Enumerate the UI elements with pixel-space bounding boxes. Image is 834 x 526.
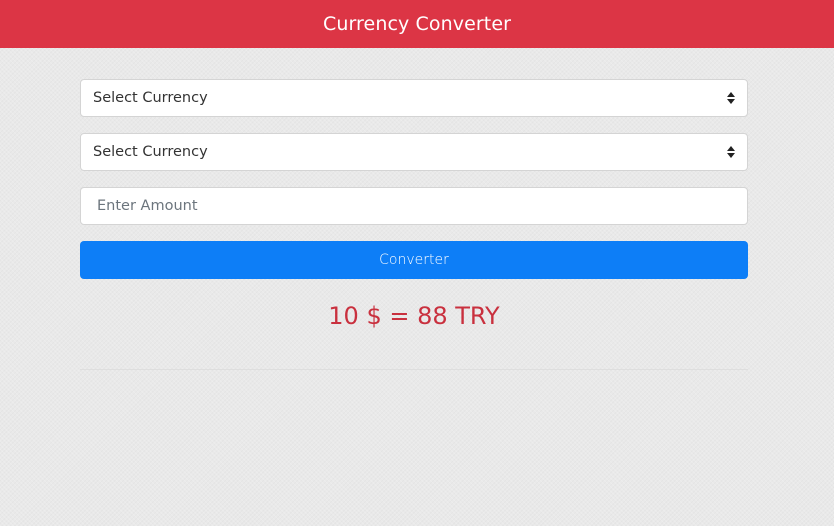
from-currency-value: Select Currency [93,90,208,106]
to-currency-value: Select Currency [93,144,208,160]
converter-form: Select Currency Select Currency Converte… [80,79,748,370]
amount-input[interactable] [80,187,748,225]
from-currency-select[interactable]: Select Currency [80,79,748,117]
app-header: Currency Converter [0,0,834,48]
app-title: Currency Converter [322,13,512,35]
divider [80,369,748,370]
up-down-caret-icon [727,146,735,158]
conversion-result: 10 $ = 88 TRY [328,302,500,330]
to-currency-select[interactable]: Select Currency [80,133,748,171]
convert-button[interactable]: Converter [80,241,748,279]
up-down-caret-icon [727,92,735,104]
